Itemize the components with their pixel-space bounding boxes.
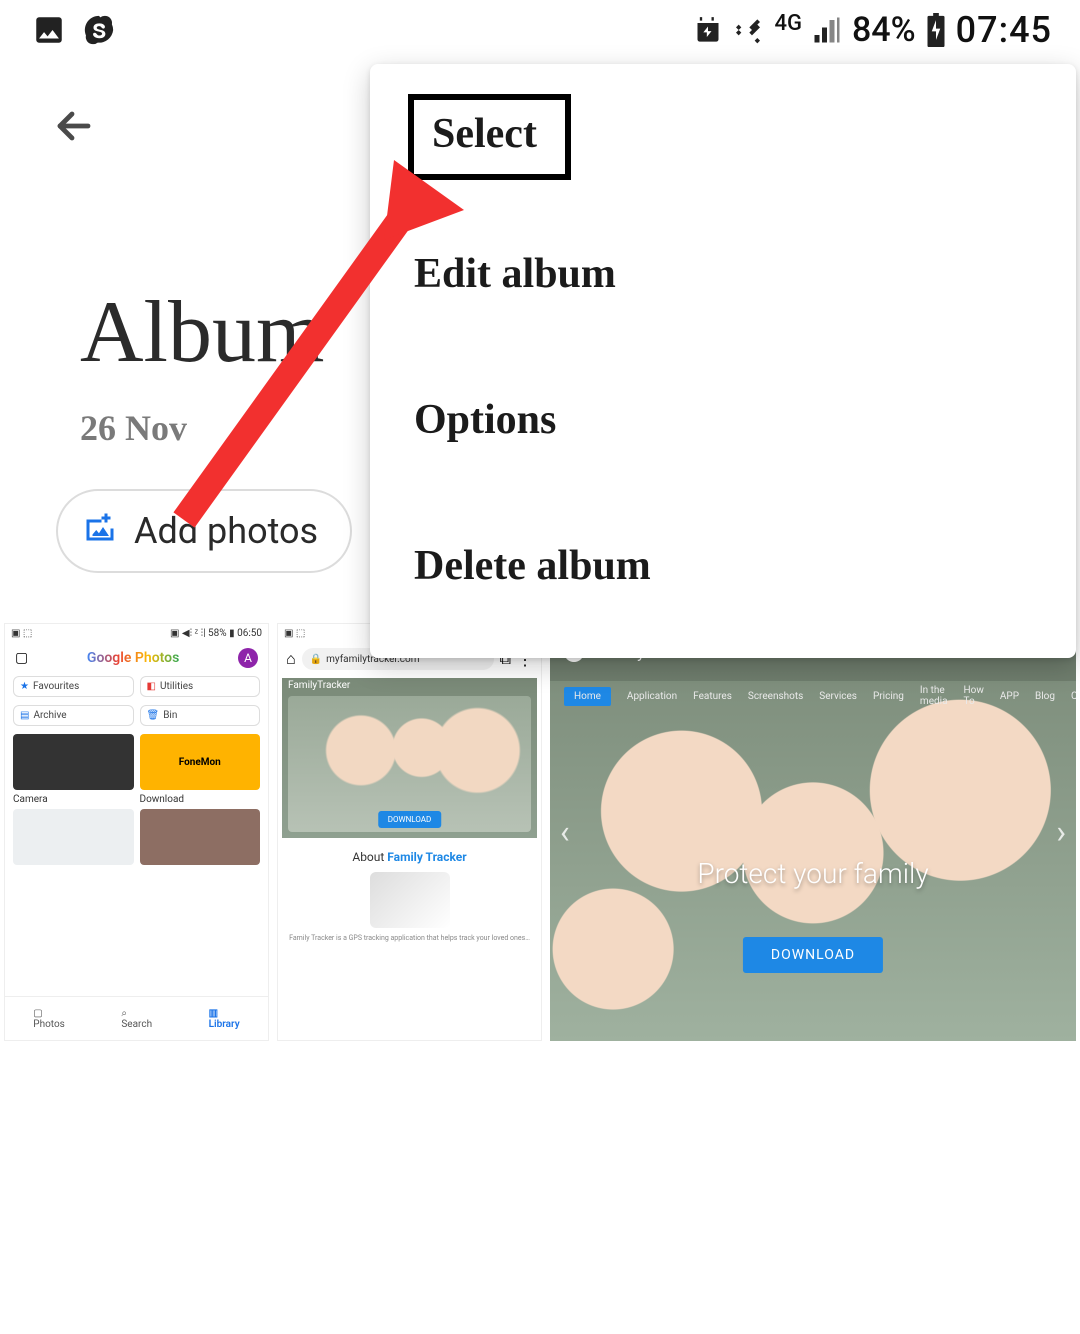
network-type: 4G: [774, 13, 802, 35]
menu-item-edit-album[interactable]: Edit album: [370, 222, 1076, 326]
picture-icon: [32, 13, 66, 47]
add-photos-chip[interactable]: Add photos: [56, 489, 352, 573]
photo-thumbnail[interactable]: ▣ ⬚▣ ◀⫶ ᶻ ⫶| 59% ▮ 06:53 ⌂ 🔒myfamilytrac…: [277, 623, 542, 1041]
clock: 07:45: [956, 9, 1052, 51]
skype-icon: [82, 13, 116, 47]
photo-thumbnail[interactable]: FamilyTracker Home Application Features …: [550, 623, 1076, 1041]
signal-icon: [812, 15, 842, 45]
vibrate-icon: [732, 14, 764, 46]
menu-item-select[interactable]: Select: [408, 94, 571, 180]
menu-item-delete-album[interactable]: Delete album: [370, 514, 1076, 618]
status-bar: 4G 84% 07:45: [0, 0, 1080, 60]
photo-thumbnail[interactable]: ▣ ⬚▣ ◀⫶ ᶻ ⫶| 58% ▮ 06:50 ▢ Google Photos…: [4, 623, 269, 1041]
status-left: [32, 13, 116, 47]
add-photo-icon: [82, 509, 118, 554]
back-button[interactable]: [48, 100, 100, 152]
overflow-menu: Select Edit album Options Delete album: [370, 64, 1076, 658]
menu-item-options[interactable]: Options: [370, 368, 1076, 472]
sync-icon: [694, 16, 722, 44]
battery-percent: 84%: [852, 10, 916, 50]
photo-grid: ▣ ⬚▣ ◀⫶ ᶻ ⫶| 58% ▮ 06:50 ▢ Google Photos…: [0, 593, 1080, 1041]
add-photos-label: Add photos: [134, 510, 318, 552]
status-right: 4G 84% 07:45: [694, 9, 1052, 51]
battery-charging-icon: [926, 13, 946, 47]
